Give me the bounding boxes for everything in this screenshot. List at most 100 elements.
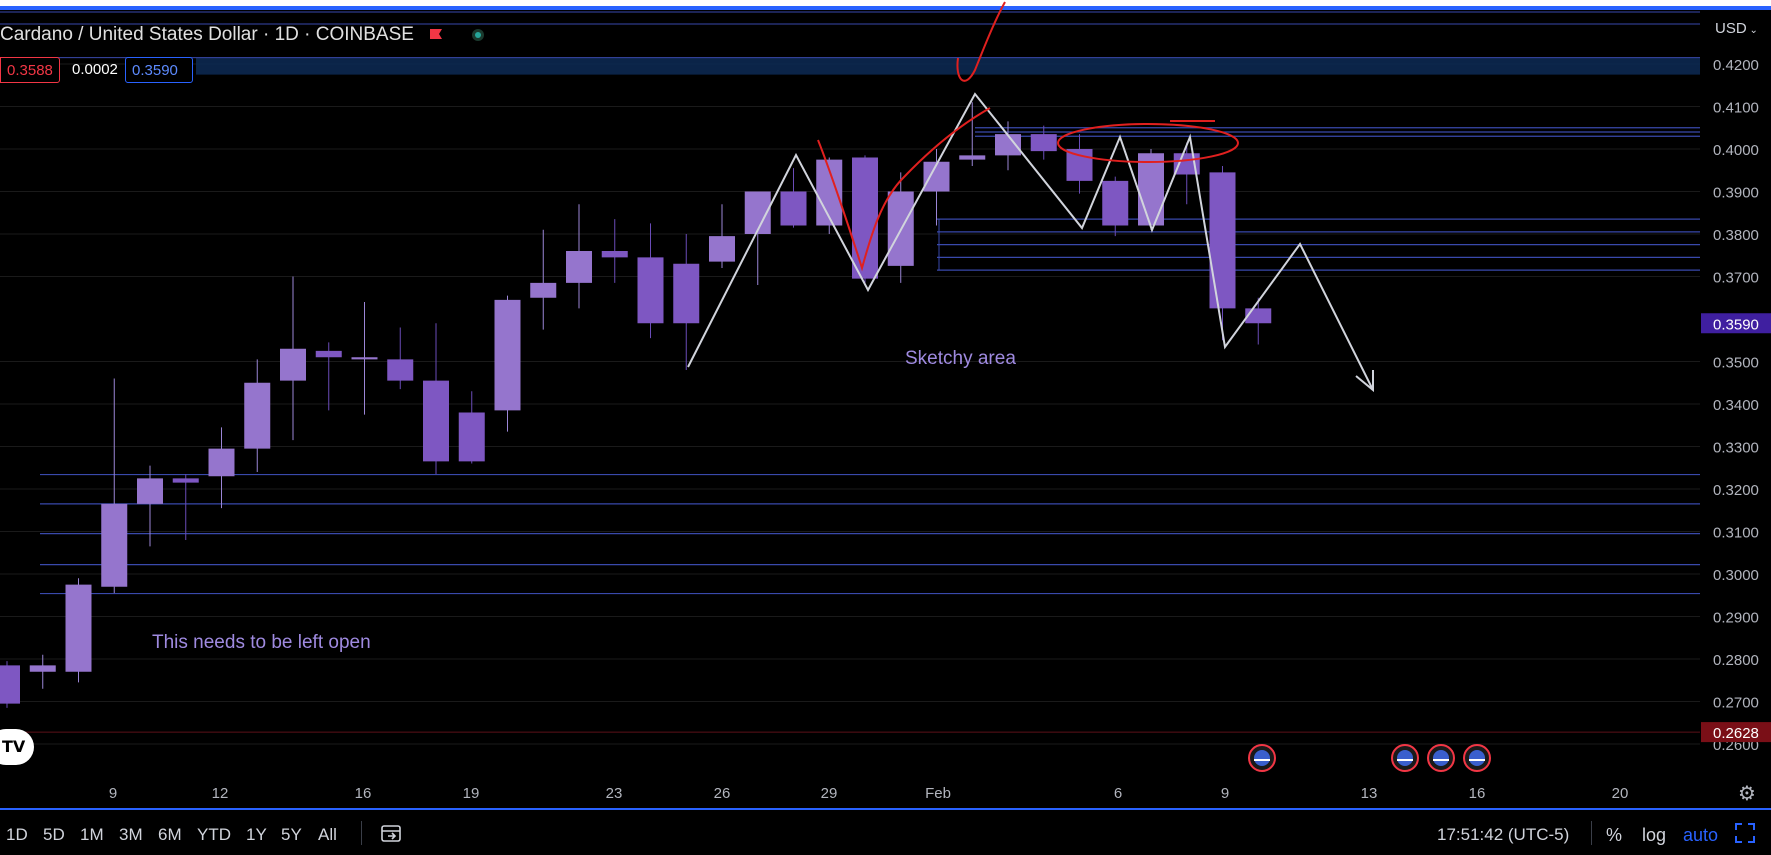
us-flag-event-icon-fill bbox=[1469, 750, 1485, 766]
candle-body[interactable] bbox=[1030, 134, 1057, 152]
candle-body[interactable] bbox=[351, 357, 378, 360]
candle-body[interactable] bbox=[208, 448, 235, 477]
range-button-ytd[interactable]: YTD bbox=[197, 825, 231, 845]
x-tick-label: 13 bbox=[1361, 785, 1378, 802]
y-tick-label: 0.3200 bbox=[1713, 482, 1759, 499]
percent-scale-button[interactable]: % bbox=[1606, 825, 1622, 846]
candle-body[interactable] bbox=[673, 263, 700, 324]
tradingview-logo-icon: TV bbox=[2, 737, 26, 756]
range-button-5y[interactable]: 5Y bbox=[281, 825, 302, 845]
us-flag-stripe bbox=[1397, 759, 1413, 761]
candle-body[interactable] bbox=[387, 359, 414, 381]
currency-select[interactable]: USD ⌄ bbox=[1715, 20, 1758, 37]
upper-zone-box[interactable] bbox=[196, 57, 1700, 75]
us-flag-stripe bbox=[1433, 759, 1449, 761]
x-tick-label: 26 bbox=[714, 785, 731, 802]
candle-body[interactable] bbox=[244, 382, 271, 449]
flag-icon[interactable] bbox=[429, 28, 443, 42]
price-chart[interactable]: Sketchy area This needs to be left open 0.… bbox=[0, 0, 1771, 808]
chart-window: Sketchy area This needs to be left open 0.… bbox=[0, 0, 1771, 855]
candle-body[interactable] bbox=[101, 503, 128, 587]
candle-body[interactable] bbox=[566, 251, 592, 283]
candle-body[interactable] bbox=[637, 257, 664, 324]
candle-body[interactable] bbox=[0, 665, 20, 704]
spread-value: 0.0002 bbox=[72, 61, 118, 78]
candle-body[interactable] bbox=[601, 251, 628, 258]
y-tick-label: 0.3700 bbox=[1713, 270, 1759, 287]
candle-body[interactable] bbox=[780, 191, 807, 226]
calendar-goto-icon[interactable] bbox=[380, 822, 402, 844]
y-tick-label: 0.2700 bbox=[1713, 695, 1759, 712]
currency-label: USD bbox=[1715, 20, 1747, 37]
x-tick-label: 12 bbox=[212, 785, 229, 802]
candle-body[interactable] bbox=[530, 282, 557, 298]
y-tick-label: 0.3000 bbox=[1713, 567, 1759, 584]
candle-body[interactable] bbox=[1138, 153, 1164, 226]
y-tick-label: 0.2900 bbox=[1713, 610, 1759, 627]
bottom-toolbar: 1D 5D 1M 3M 6M YTD 1Y 5Y All 17:51:42 (U… bbox=[0, 808, 1771, 855]
candle-body[interactable] bbox=[1245, 308, 1272, 324]
symbol-title[interactable]: Cardano / United States Dollar · 1D · CO… bbox=[0, 24, 414, 46]
auto-scale-button[interactable]: auto bbox=[1683, 825, 1718, 846]
range-button-5d[interactable]: 5D bbox=[43, 825, 65, 845]
candle-body[interactable] bbox=[65, 584, 92, 672]
candle-body[interactable] bbox=[280, 348, 306, 381]
zigzag-drawing[interactable] bbox=[687, 92, 1374, 391]
x-tick-label: Feb bbox=[925, 785, 951, 802]
candle-body[interactable] bbox=[959, 155, 986, 160]
candle-body[interactable] bbox=[315, 350, 342, 358]
x-tick-label: 23 bbox=[606, 785, 623, 802]
market-status-icon[interactable] bbox=[472, 29, 484, 41]
us-flag-stripe bbox=[1469, 759, 1485, 761]
x-tick-label: 9 bbox=[1221, 785, 1229, 802]
fullscreen-icon[interactable] bbox=[1735, 823, 1755, 843]
x-tick-label: 9 bbox=[109, 785, 117, 802]
annotation-sketchy-area: Sketchy area bbox=[905, 348, 1016, 369]
y-tick-label: 0.3800 bbox=[1713, 227, 1759, 244]
y-tick-label: 0.2800 bbox=[1713, 652, 1759, 669]
candle-body[interactable] bbox=[29, 665, 56, 672]
candle-body[interactable] bbox=[1066, 149, 1093, 181]
x-tick-label: 19 bbox=[463, 785, 480, 802]
y-tick-label: 0.4000 bbox=[1713, 142, 1759, 159]
candle-body[interactable] bbox=[709, 236, 735, 262]
candle-body[interactable] bbox=[172, 478, 199, 483]
gear-icon[interactable]: ⚙ bbox=[1738, 781, 1756, 805]
y-tick-label: 0.3100 bbox=[1713, 525, 1759, 542]
candle-body[interactable] bbox=[1102, 180, 1129, 226]
candle-body[interactable] bbox=[995, 134, 1021, 156]
range-button-1y[interactable]: 1Y bbox=[246, 825, 267, 845]
candle-body[interactable] bbox=[137, 478, 163, 504]
buy-price-button[interactable]: 0.3590 bbox=[125, 57, 193, 83]
y-tick-label: 0.4200 bbox=[1713, 57, 1759, 74]
chevron-down-icon: ⌄ bbox=[1746, 25, 1758, 36]
candle-body[interactable] bbox=[423, 380, 449, 462]
y-tick-label: 0.3500 bbox=[1713, 355, 1759, 372]
range-button-6m[interactable]: 6M bbox=[158, 825, 182, 845]
us-flag-stripe bbox=[1254, 759, 1270, 761]
y-tick-label: 0.4100 bbox=[1713, 100, 1759, 117]
range-button-3m[interactable]: 3M bbox=[119, 825, 143, 845]
range-button-all[interactable]: All bbox=[318, 825, 337, 845]
last-price-label: 0.3590 bbox=[1713, 316, 1759, 333]
log-scale-button[interactable]: log bbox=[1642, 825, 1666, 846]
candle-body[interactable] bbox=[458, 412, 485, 462]
y-tick-label: 0.3900 bbox=[1713, 185, 1759, 202]
x-tick-label: 16 bbox=[1469, 785, 1486, 802]
clock-timezone[interactable]: 17:51:42 (UTC-5) bbox=[1437, 825, 1569, 845]
x-tick-label: 20 bbox=[1612, 785, 1629, 802]
y-tick-label: 0.3400 bbox=[1713, 397, 1759, 414]
range-button-1d[interactable]: 1D bbox=[6, 825, 28, 845]
x-tick-label: 29 bbox=[821, 785, 838, 802]
y-tick-label: 0.3300 bbox=[1713, 440, 1759, 457]
x-tick-label: 16 bbox=[355, 785, 372, 802]
low-price-label: 0.2628 bbox=[1713, 725, 1759, 742]
x-tick-label: 6 bbox=[1114, 785, 1122, 802]
candle-body[interactable] bbox=[1209, 172, 1236, 309]
us-flag-event-icon-fill bbox=[1254, 750, 1270, 766]
us-flag-event-icon-fill bbox=[1397, 750, 1413, 766]
candle-body[interactable] bbox=[494, 299, 521, 411]
sell-price-button[interactable]: 0.3588 bbox=[0, 57, 60, 83]
toolbar-divider bbox=[361, 821, 362, 845]
range-button-1m[interactable]: 1M bbox=[80, 825, 104, 845]
